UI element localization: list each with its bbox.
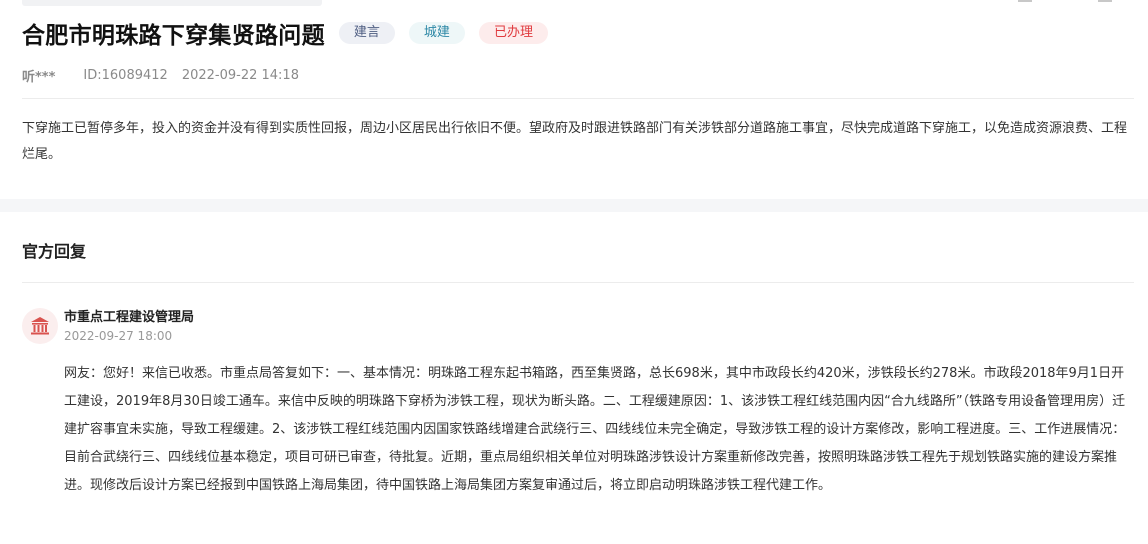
issue-id: ID:16089412 <box>83 68 168 83</box>
top-nav-remnant <box>22 0 322 6</box>
tag-domain[interactable]: 城建 <box>408 22 465 44</box>
divider <box>22 282 1134 283</box>
department-avatar <box>22 308 58 344</box>
top-right-actions <box>1018 0 1112 2</box>
reply-content: 网友：您好！来信已收悉。市重点局答复如下：一、基本情况：明珠路工程东起书箱路，西… <box>64 366 1126 493</box>
issue-content: 下穿施工已暂停多年，投入的资金并没有得到实质性回报，周边小区居民出行依旧不便。望… <box>22 121 1128 162</box>
section-separator <box>0 199 1148 212</box>
issue-meta: 听*** ID:16089412 2022-09-22 14:18 <box>22 66 299 85</box>
issue-datetime: 2022-09-22 14:18 <box>181 68 299 83</box>
reply-datetime: 2022-09-27 18:00 <box>64 329 173 343</box>
action-icon[interactable] <box>1098 0 1112 2</box>
department-name: 市重点工程建设管理局 <box>64 310 195 325</box>
tag-category[interactable]: 建言 <box>338 22 395 44</box>
author-name: 听*** <box>22 70 56 85</box>
page: 合肥市明珠路下穿集贤路问题 建言 城建 已办理 听*** ID:16089412… <box>0 0 1148 544</box>
title-row: 合肥市明珠路下穿集贤路问题 建言 城建 已办理 <box>22 16 548 50</box>
government-building-icon <box>31 317 49 335</box>
status-badge: 已办理 <box>478 22 548 44</box>
divider <box>22 98 1134 99</box>
page-title: 合肥市明珠路下穿集贤路问题 <box>22 23 325 49</box>
reply-section-title: 官方回复 <box>22 242 87 261</box>
action-icon[interactable] <box>1018 0 1032 2</box>
